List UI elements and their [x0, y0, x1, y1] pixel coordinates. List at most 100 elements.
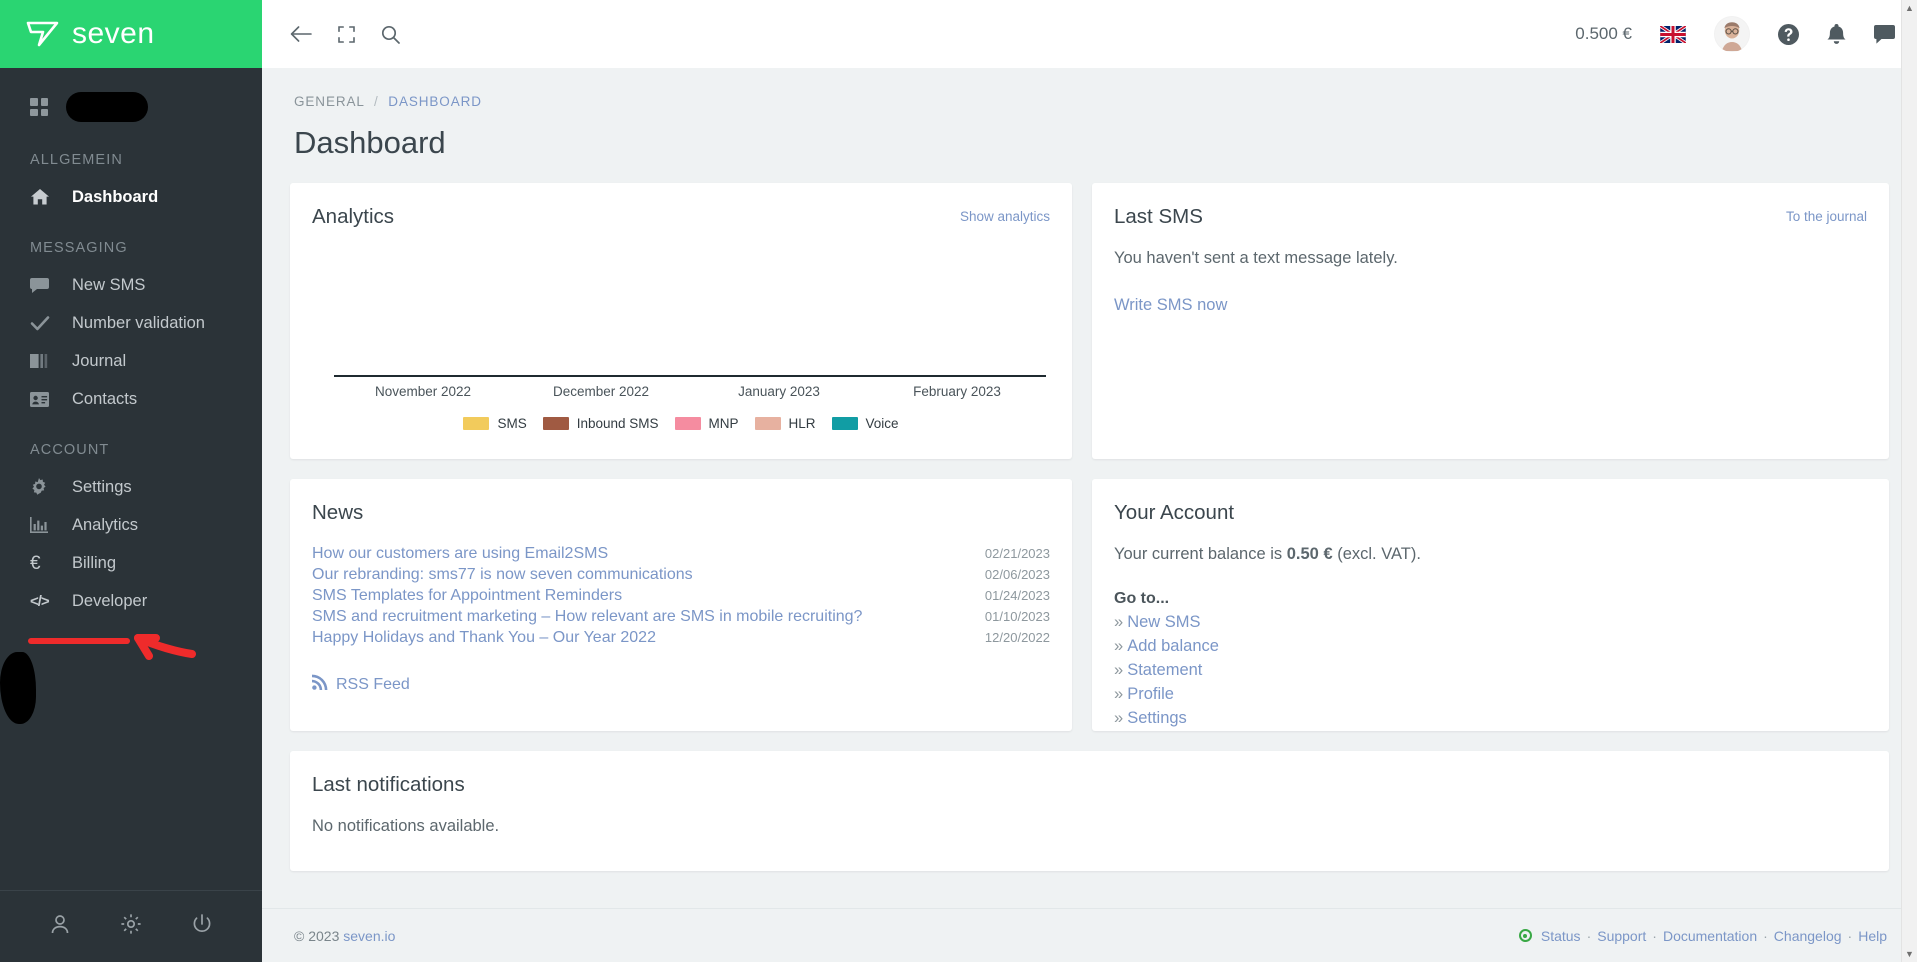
legend-item-hlr[interactable]: HLR — [754, 416, 816, 431]
legend-item-mnp[interactable]: MNP — [674, 416, 739, 431]
news-list: How our customers are using Email2SMS 02… — [312, 525, 1050, 648]
sidebar-item-settings[interactable]: Settings — [0, 468, 262, 506]
footer-link-status[interactable]: Status — [1541, 928, 1581, 944]
sidebar-item-journal[interactable]: Journal — [0, 342, 262, 380]
write-sms-now-link[interactable]: Write SMS now — [1114, 268, 1227, 315]
redacted-account-name — [66, 92, 148, 122]
goto-label: Go to... — [1114, 590, 1170, 607]
legend-label: HLR — [788, 416, 816, 431]
news-item-link[interactable]: Our rebranding: sms77 is now seven commu… — [312, 566, 693, 584]
sidebar-nav: ALLGEMEIN Dashboard MESSAGING New SMS Nu — [0, 68, 262, 890]
news-item-date: 01/24/2023 — [984, 587, 1050, 603]
goto-link-new-sms[interactable]: New SMS — [1127, 613, 1200, 631]
news-item-date: 02/21/2023 — [984, 545, 1050, 561]
brand-header[interactable]: seven — [0, 0, 262, 68]
breadcrumb-separator: / — [373, 94, 379, 109]
goto-link-add-balance[interactable]: Add balance — [1127, 637, 1219, 655]
sidebar-item-label: Analytics — [72, 515, 139, 534]
page-footer: © 2023 seven.io Status · Support · Docum… — [262, 908, 1917, 962]
analytics-card-title: Analytics — [312, 205, 395, 228]
fullscreen-icon[interactable] — [338, 25, 355, 43]
footer-separator: · — [1652, 927, 1657, 944]
help-icon[interactable] — [1778, 23, 1799, 45]
sidebar-account-row[interactable] — [0, 86, 262, 128]
scroll-down-arrow-icon[interactable]: ▼ — [1902, 946, 1917, 962]
breadcrumb-current[interactable]: DASHBOARD — [388, 94, 482, 109]
user-icon[interactable] — [49, 913, 71, 940]
footer-link-changelog[interactable]: Changelog — [1774, 928, 1842, 944]
footer-copyright: © 2023 seven.io — [294, 928, 395, 944]
rss-feed-row[interactable]: RSS Feed — [312, 648, 1050, 695]
legend-swatch — [831, 417, 858, 430]
legend-item-inbound-sms[interactable]: Inbound SMS — [542, 416, 659, 431]
user-avatar[interactable] — [1714, 16, 1750, 52]
legend-item-sms[interactable]: SMS — [463, 416, 527, 431]
goto-row: » Add balance — [1114, 634, 1867, 658]
contact-card-icon — [30, 391, 52, 407]
sidebar: seven ALLGEMEIN Dashboard MESSAGING New … — [0, 0, 262, 962]
last-sms-card: Last SMS To the journal You haven't sent… — [1092, 183, 1889, 459]
news-card-title: News — [312, 501, 364, 524]
sidebar-item-label: Developer — [72, 591, 148, 610]
home-icon — [30, 188, 52, 206]
legend-label: Voice — [865, 416, 899, 431]
euro-icon: € — [30, 552, 41, 574]
chat-bubble-icon — [30, 277, 52, 294]
sidebar-item-developer[interactable]: </> Developer — [0, 582, 262, 620]
balance-display: 0.500 € — [1575, 24, 1632, 43]
sidebar-item-contacts[interactable]: Contacts — [0, 380, 262, 418]
rss-icon — [312, 674, 328, 695]
sidebar-item-label: Contacts — [72, 389, 138, 408]
chevron-icon: » — [1114, 708, 1124, 727]
power-icon[interactable] — [191, 913, 213, 940]
legend-swatch — [754, 417, 781, 430]
status-indicator-icon — [1518, 929, 1532, 942]
news-item-date: 02/06/2023 — [984, 566, 1050, 582]
sidebar-item-number-validation[interactable]: Number validation — [0, 304, 262, 342]
goto-link-settings[interactable]: Settings — [1127, 709, 1187, 727]
news-item-link[interactable]: SMS Templates for Appointment Reminders — [312, 587, 622, 605]
footer-link-help[interactable]: Help — [1858, 928, 1887, 944]
chat-icon[interactable] — [1874, 24, 1895, 44]
gear-icon[interactable] — [120, 913, 142, 940]
rss-feed-link[interactable]: RSS Feed — [336, 676, 410, 694]
page-content: GENERAL / DASHBOARD Dashboard Analytics … — [262, 68, 1917, 908]
footer-link-documentation[interactable]: Documentation — [1663, 928, 1757, 944]
brand-name: seven — [72, 17, 155, 50]
sidebar-item-analytics[interactable]: Analytics — [0, 506, 262, 544]
footer-brand-link[interactable]: seven.io — [343, 928, 395, 944]
goto-link-profile[interactable]: Profile — [1127, 685, 1174, 703]
sidebar-item-label: New SMS — [72, 275, 146, 294]
scroll-up-arrow-icon[interactable]: ▲ — [1902, 0, 1917, 16]
goto-row: » Profile — [1114, 682, 1867, 706]
topbar-right-tools: 0.500 € — [1575, 16, 1895, 52]
gear-icon — [30, 478, 52, 496]
footer-separator: · — [1586, 927, 1592, 944]
to-the-journal-link[interactable]: To the journal — [1786, 205, 1867, 224]
topbar-left-tools — [290, 25, 400, 44]
news-item-link[interactable]: SMS and recruitment marketing – How rele… — [312, 608, 862, 626]
news-item-link[interactable]: Happy Holidays and Thank You – Our Year … — [312, 629, 656, 647]
legend-label: Inbound SMS — [576, 416, 659, 431]
news-card: News How our customers are using Email2S… — [290, 479, 1072, 731]
page-scrollbar[interactable]: ▲ ▼ — [1901, 0, 1917, 962]
bell-icon[interactable] — [1827, 23, 1846, 45]
news-item-link[interactable]: How our customers are using Email2SMS — [312, 545, 608, 563]
back-arrow-icon[interactable] — [290, 25, 312, 43]
goto-row: » New SMS — [1114, 610, 1867, 634]
dashboard-row-3: Last notifications No notifications avai… — [290, 751, 1889, 871]
goto-link-statement[interactable]: Statement — [1127, 661, 1202, 679]
news-item: Our rebranding: sms77 is now seven commu… — [312, 564, 1050, 585]
legend-item-voice[interactable]: Voice — [831, 416, 899, 431]
sidebar-item-billing[interactable]: € Billing — [0, 544, 262, 582]
your-account-card-title: Your Account — [1114, 501, 1235, 524]
last-sms-empty-text: You haven't sent a text message lately. — [1114, 249, 1398, 267]
sidebar-item-new-sms[interactable]: New SMS — [0, 266, 262, 304]
search-icon[interactable] — [381, 25, 400, 44]
show-analytics-link[interactable]: Show analytics — [960, 205, 1050, 224]
chart-legend: SMS Inbound SMS MNP HLR Voice — [312, 416, 1050, 431]
sidebar-group-label-allgemein: ALLGEMEIN — [30, 152, 123, 168]
uk-flag-icon[interactable] — [1659, 24, 1687, 44]
footer-link-support[interactable]: Support — [1597, 928, 1646, 944]
sidebar-item-dashboard[interactable]: Dashboard — [0, 178, 262, 216]
